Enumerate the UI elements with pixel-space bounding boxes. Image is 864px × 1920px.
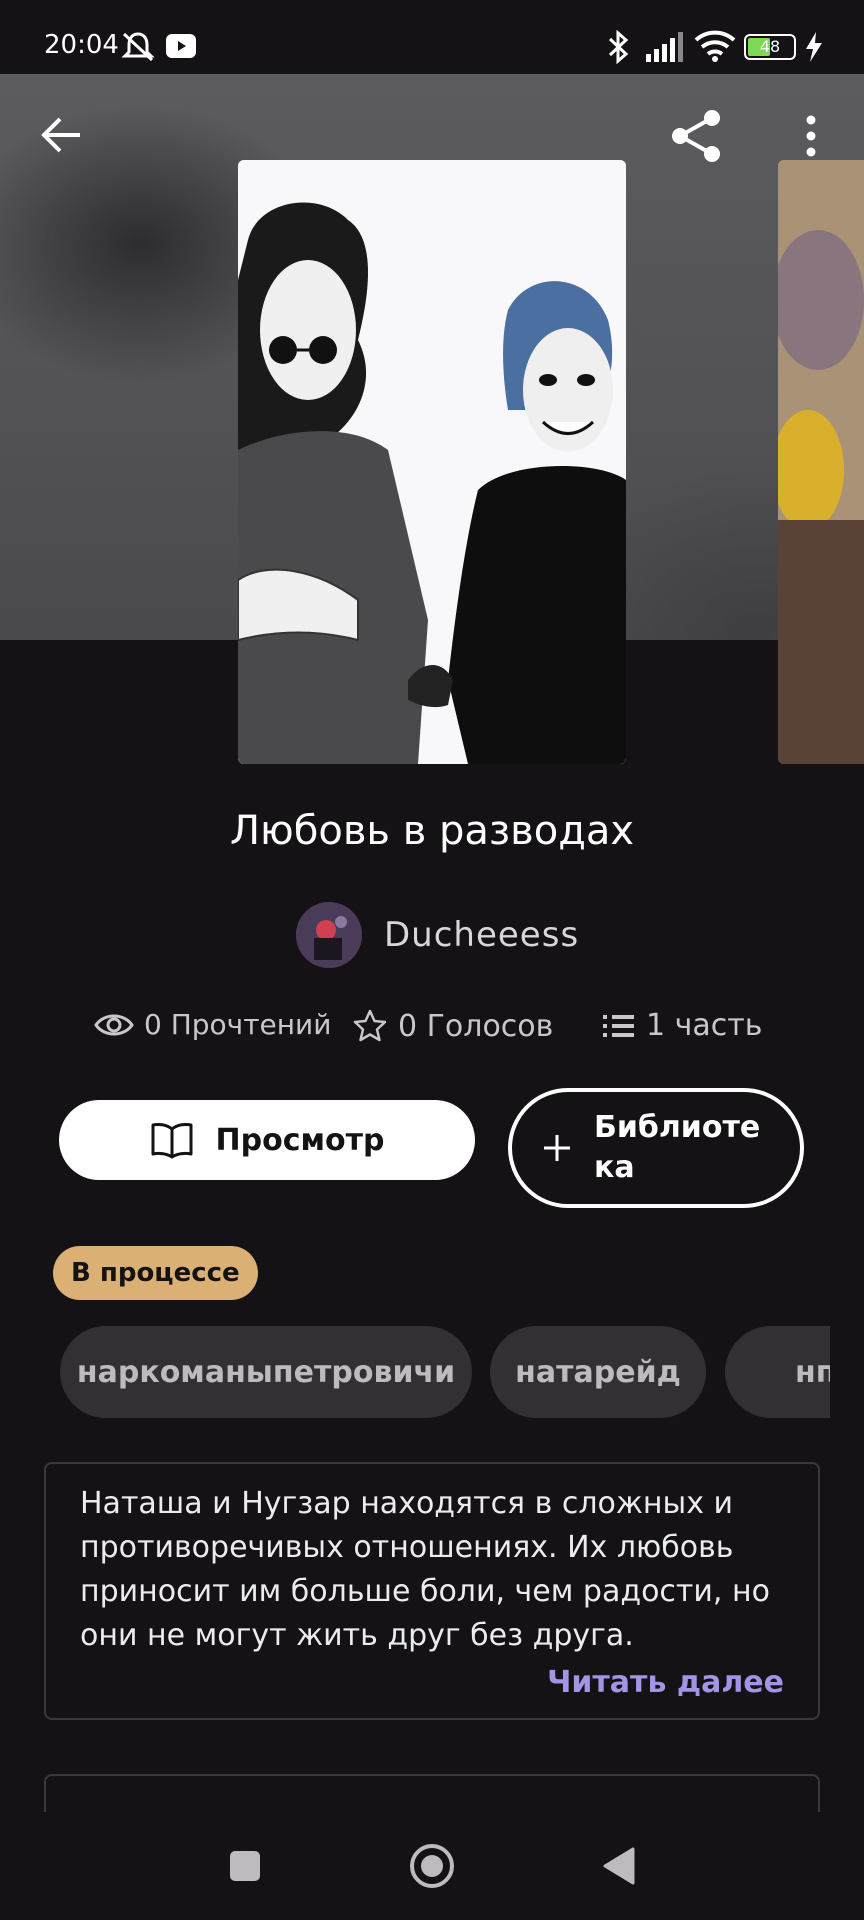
avatar[interactable]	[296, 902, 362, 968]
share-icon[interactable]	[668, 108, 724, 164]
story-title: Любовь в разводах	[229, 808, 635, 854]
status-badge: В процессе	[53, 1246, 258, 1300]
tag-chip[interactable]: наркоманыпетровичи	[60, 1326, 472, 1418]
votes-stat: 0 Голосов	[352, 1008, 553, 1044]
tag-chip[interactable]: нп	[725, 1326, 830, 1418]
book-icon	[151, 1123, 192, 1159]
home-button[interactable]	[392, 1812, 472, 1920]
tag-chip[interactable]: натарейд	[490, 1326, 706, 1418]
description-text: Наташа и Нугзар находятся в сложных и пр…	[80, 1486, 770, 1653]
eye-icon	[94, 1014, 134, 1035]
back-button[interactable]	[578, 1812, 658, 1920]
more-vert-icon[interactable]	[798, 114, 824, 158]
youtube-icon	[166, 34, 196, 58]
parts-stat[interactable]: 1 часть	[602, 1008, 762, 1043]
battery-icon: 48	[744, 34, 796, 60]
home-circle-icon	[410, 1844, 454, 1888]
bluetooth-icon	[608, 30, 629, 64]
list-icon	[603, 1014, 634, 1037]
square-icon	[230, 1851, 260, 1881]
wifi-icon	[694, 30, 736, 62]
next-cover-image[interactable]	[778, 160, 864, 764]
mute-icon	[121, 32, 155, 62]
plus-icon	[544, 1135, 570, 1161]
status-time: 20:04	[44, 30, 119, 60]
cover-image[interactable]	[238, 160, 626, 764]
battery-level: 48	[759, 37, 781, 56]
author-name[interactable]: Ducheeess	[384, 915, 579, 955]
read-more-link[interactable]: Читать далее	[547, 1665, 784, 1700]
author-row[interactable]: Ducheeess	[296, 900, 579, 970]
add-to-library-button[interactable]: Библиотека	[508, 1088, 804, 1208]
view-button[interactable]: Просмотр	[59, 1100, 475, 1180]
system-nav-bar	[0, 1812, 864, 1920]
triangle-back-icon	[603, 1847, 635, 1885]
reads-stat: 0 Прочтений	[94, 1008, 331, 1041]
tags-row[interactable]: наркоманыпетровичи натарейд нп	[60, 1326, 830, 1418]
parts-count[interactable]: 1 часть	[646, 1008, 762, 1043]
description-card: Наташа и Нугзар находятся в сложных и пр…	[44, 1462, 820, 1720]
library-button-label[interactable]: Библиотека	[594, 1108, 774, 1188]
story-stats: 0 Прочтений 0 Голосов 1 часть	[94, 1008, 814, 1064]
recents-button[interactable]	[205, 1812, 285, 1920]
star-icon	[353, 1009, 387, 1042]
back-arrow-icon[interactable]	[40, 115, 84, 155]
signal-icon	[646, 32, 683, 62]
view-button-label[interactable]: Просмотр	[216, 1123, 385, 1158]
reads-count: 0 Прочтений	[144, 1008, 332, 1041]
charging-icon	[806, 32, 822, 62]
votes-count: 0 Голосов	[398, 1008, 554, 1044]
status-bar: 20:04 48	[0, 0, 864, 74]
